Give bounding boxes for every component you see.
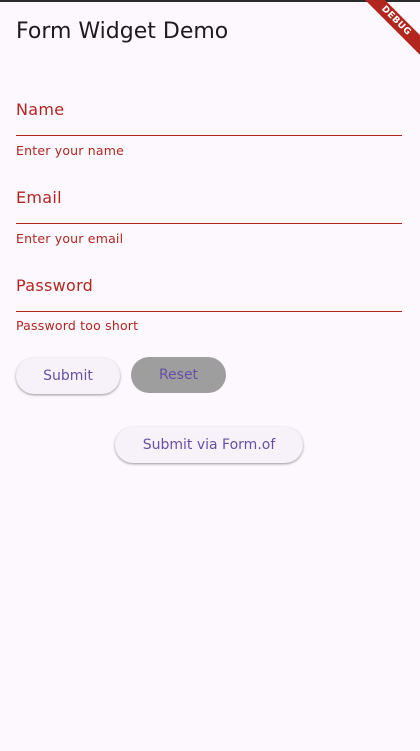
email-field-underline	[16, 223, 402, 224]
email-field-label: Email	[16, 188, 62, 207]
name-field-underline	[16, 135, 402, 136]
name-field[interactable]: Name	[16, 78, 402, 136]
reset-button[interactable]: Reset	[131, 357, 226, 393]
submit-via-form-of-button[interactable]: Submit via Form.of	[115, 427, 303, 463]
password-field-underline	[16, 311, 402, 312]
debug-banner-label: DEBUG	[355, 0, 420, 62]
email-field[interactable]: Email	[16, 166, 402, 224]
password-field-label: Password	[16, 276, 94, 295]
submit-button[interactable]: Submit	[16, 358, 120, 394]
page-title: Form Widget Demo	[16, 19, 229, 44]
name-field-error: Enter your name	[16, 143, 125, 158]
email-field-error: Enter your email	[16, 231, 124, 246]
password-field-error: Password too short	[16, 318, 139, 333]
name-field-label: Name	[16, 100, 65, 119]
password-field[interactable]: Password	[16, 254, 402, 312]
debug-banner: DEBUG	[340, 0, 420, 80]
